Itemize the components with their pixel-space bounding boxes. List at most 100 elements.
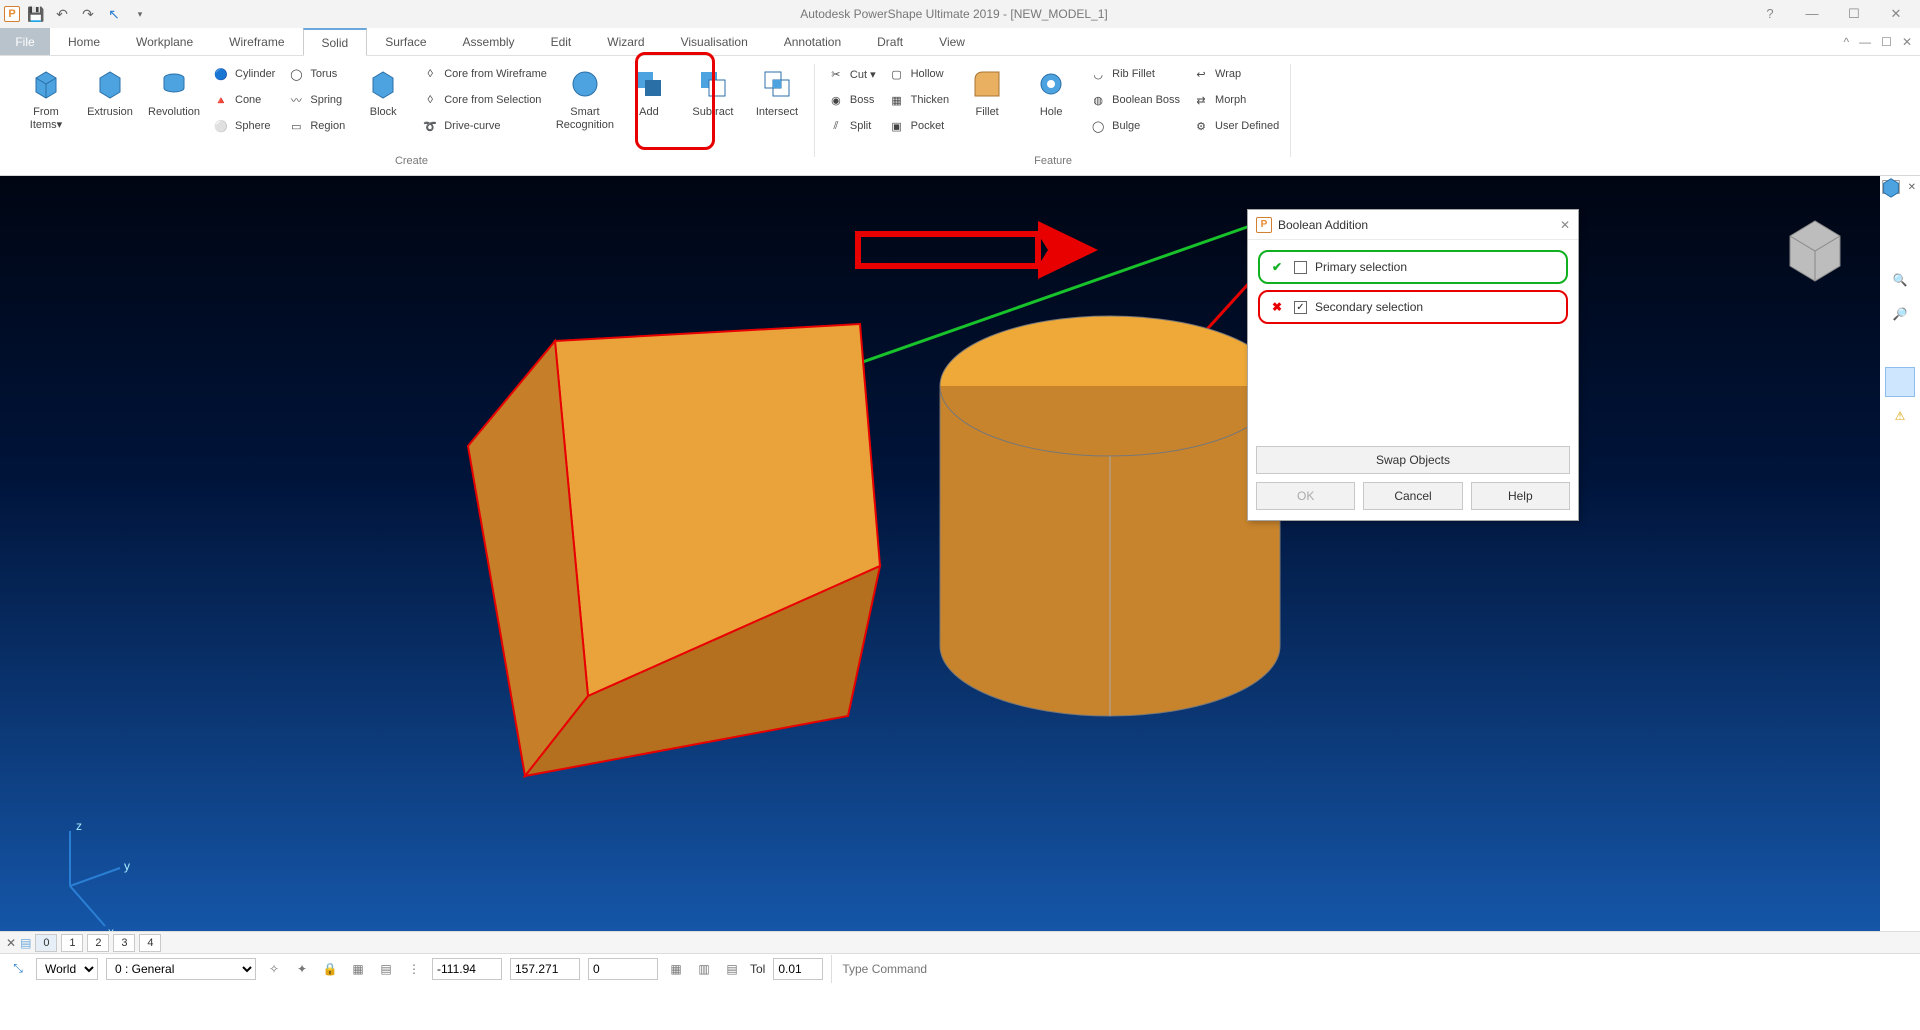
right-toolbar-close-icon[interactable]: ✕ — [1908, 182, 1916, 193]
btn-spring[interactable]: 〰Spring — [283, 88, 349, 112]
redo-icon[interactable]: ↷ — [78, 4, 98, 24]
btn-sphere[interactable]: ⚪Sphere — [208, 114, 279, 138]
tool-box-icon[interactable] — [1885, 333, 1915, 363]
dialog-titlebar[interactable]: P Boolean Addition ✕ — [1248, 210, 1578, 240]
btn-from-items[interactable]: From Items▾ — [16, 62, 76, 132]
axis-gizmo-icon[interactable]: z y x — [70, 819, 130, 931]
qat-dropdown-icon[interactable]: ▾ — [130, 4, 150, 24]
tool-zoom-out-icon[interactable]: 🔎 — [1885, 299, 1915, 329]
page-4[interactable]: 4 — [139, 934, 161, 952]
row-secondary-selection[interactable]: ✖ Secondary selection — [1258, 290, 1568, 324]
coord-y[interactable] — [510, 958, 580, 980]
btn-swap-objects[interactable]: Swap Objects — [1256, 446, 1570, 474]
btn-hole[interactable]: Hole — [1021, 62, 1081, 119]
btn-core-selection[interactable]: ◊Core from Selection — [417, 88, 551, 112]
btn-cut[interactable]: ✂Cut ▾ — [823, 62, 880, 86]
select-coord-system[interactable]: World — [36, 958, 98, 980]
child-minimize-icon[interactable]: — — [1859, 35, 1871, 49]
maximize-icon[interactable]: ☐ — [1842, 6, 1866, 22]
btn-intersect[interactable]: Intersect — [747, 62, 807, 119]
tab-wireframe[interactable]: Wireframe — [211, 28, 302, 55]
tab-wizard[interactable]: Wizard — [589, 28, 662, 55]
btn-region[interactable]: ▭Region — [283, 114, 349, 138]
btn-block[interactable]: Block — [353, 62, 413, 119]
tab-draft[interactable]: Draft — [859, 28, 921, 55]
shape-cylinder[interactable] — [940, 316, 1280, 716]
axis-icon[interactable]: ⤡ — [8, 959, 28, 979]
page-3[interactable]: 3 — [113, 934, 135, 952]
minimize-icon[interactable]: — — [1800, 6, 1824, 22]
tool-perspective-icon[interactable] — [1885, 367, 1915, 397]
child-maximize-icon[interactable]: ☐ — [1881, 35, 1892, 49]
tab-surface[interactable]: Surface — [367, 28, 444, 55]
select-layer[interactable]: 0 : General — [106, 958, 256, 980]
tab-solid[interactable]: Solid — [303, 28, 368, 56]
status-grid-icon[interactable]: ▦ — [666, 959, 686, 979]
row-primary-selection[interactable]: ✔ Primary selection — [1258, 250, 1568, 284]
page-0[interactable]: 0 — [35, 934, 57, 952]
checkbox-secondary[interactable] — [1294, 301, 1307, 314]
btn-ok[interactable]: OK — [1256, 482, 1355, 510]
coord-x[interactable] — [432, 958, 502, 980]
btn-user-defined[interactable]: ⚙User Defined — [1188, 114, 1283, 138]
btn-subtract[interactable]: Subtract — [683, 62, 743, 119]
btn-add[interactable]: Add — [619, 62, 679, 119]
btn-boolean-boss[interactable]: ◍Boolean Boss — [1085, 88, 1184, 112]
status-icon-5[interactable]: ⋮ — [404, 959, 424, 979]
save-icon[interactable]: 💾 — [26, 4, 46, 24]
viewport-3d[interactable]: z y x ✕ 🔍 🔎 ⚠ P Boolean Addition ✕ ✔ — [0, 176, 1920, 931]
viewcube-icon[interactable] — [1790, 221, 1840, 281]
btn-thicken[interactable]: ▦Thicken — [884, 88, 954, 112]
status-icon-1[interactable]: ✧ — [264, 959, 284, 979]
shape-cube[interactable] — [468, 324, 880, 776]
status-icon-4[interactable]: ▤ — [376, 959, 396, 979]
cursor-icon[interactable]: ↖ — [104, 4, 124, 24]
btn-extrusion[interactable]: Extrusion — [80, 62, 140, 119]
btn-rib-fillet[interactable]: ◡Rib Fillet — [1085, 62, 1184, 86]
btn-drive-curve[interactable]: ➰Drive-curve — [417, 114, 551, 138]
btn-smart-recognition[interactable]: Smart Recognition — [555, 62, 615, 132]
tab-file[interactable]: File — [0, 28, 50, 55]
page-1[interactable]: 1 — [61, 934, 83, 952]
ribbon-collapse-icon[interactable]: ^ — [1844, 35, 1850, 49]
help-icon[interactable]: ? — [1758, 6, 1782, 22]
btn-cancel[interactable]: Cancel — [1363, 482, 1462, 510]
tool-warning-icon[interactable]: ⚠ — [1885, 401, 1915, 431]
btn-cylinder[interactable]: 🔵Cylinder — [208, 62, 279, 86]
btn-wrap[interactable]: ↩Wrap — [1188, 62, 1283, 86]
tab-home[interactable]: Home — [50, 28, 118, 55]
command-input[interactable] — [831, 955, 1111, 983]
btn-morph[interactable]: ⇄Morph — [1188, 88, 1283, 112]
undo-icon[interactable]: ↶ — [52, 4, 72, 24]
status-ruler-icon[interactable]: ▤ — [722, 959, 742, 979]
tab-edit[interactable]: Edit — [533, 28, 590, 55]
btn-cone[interactable]: 🔺Cone — [208, 88, 279, 112]
tab-view[interactable]: View — [921, 28, 983, 55]
tab-workplane[interactable]: Workplane — [118, 28, 211, 55]
tab-annotation[interactable]: Annotation — [766, 28, 859, 55]
status-icon-2[interactable]: ✦ — [292, 959, 312, 979]
close-icon[interactable]: ✕ — [1884, 6, 1908, 22]
btn-split[interactable]: ⫽Split — [823, 114, 880, 138]
tabstrip-sheet-icon[interactable]: ▤ — [20, 936, 31, 950]
btn-hollow[interactable]: ▢Hollow — [884, 62, 954, 86]
status-lock-icon[interactable]: 🔒 — [320, 959, 340, 979]
child-close-icon[interactable]: ✕ — [1902, 35, 1912, 49]
checkbox-primary[interactable] — [1294, 261, 1307, 274]
btn-bulge[interactable]: ◯Bulge — [1085, 114, 1184, 138]
tab-visualisation[interactable]: Visualisation — [663, 28, 766, 55]
tab-assembly[interactable]: Assembly — [445, 28, 533, 55]
tabstrip-close-icon[interactable]: ✕ — [6, 936, 16, 950]
dialog-boolean-addition[interactable]: P Boolean Addition ✕ ✔ Primary selection… — [1247, 209, 1579, 521]
page-2[interactable]: 2 — [87, 934, 109, 952]
tool-shaded-cube-icon[interactable] — [1885, 231, 1915, 261]
tool-wireframe-cube-icon[interactable] — [1885, 197, 1915, 227]
dialog-close-icon[interactable]: ✕ — [1560, 218, 1570, 232]
btn-pocket[interactable]: ▣Pocket — [884, 114, 954, 138]
coord-z[interactable] — [588, 958, 658, 980]
btn-torus[interactable]: ◯Torus — [283, 62, 349, 86]
btn-boss[interactable]: ◉Boss — [823, 88, 880, 112]
btn-help[interactable]: Help — [1471, 482, 1570, 510]
btn-core-wireframe[interactable]: ◊Core from Wireframe — [417, 62, 551, 86]
btn-revolution[interactable]: Revolution — [144, 62, 204, 119]
